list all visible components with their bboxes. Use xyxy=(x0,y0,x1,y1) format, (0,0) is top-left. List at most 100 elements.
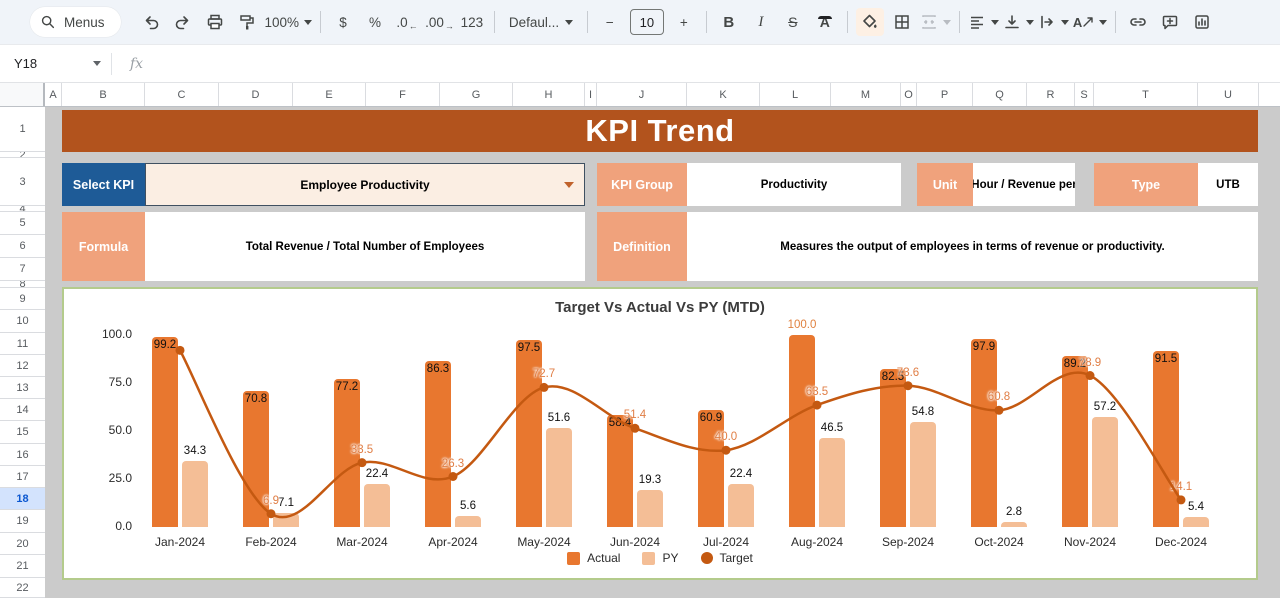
chevron-down-icon xyxy=(1099,20,1107,25)
row-header-17[interactable]: 17 xyxy=(0,466,45,488)
merge-cells-button[interactable] xyxy=(920,8,951,36)
horizontal-align-button[interactable] xyxy=(968,8,999,36)
py-data-label: 5.6 xyxy=(460,500,476,512)
column-header-O[interactable]: O xyxy=(901,83,917,106)
insert-chart-button[interactable] xyxy=(1188,8,1216,36)
column-header-E[interactable]: E xyxy=(293,83,366,106)
row-header-6[interactable]: 6 xyxy=(0,235,45,258)
text-color-button[interactable]: A xyxy=(811,8,839,36)
zoom-select[interactable]: 100% xyxy=(265,8,313,36)
column-header-P[interactable]: P xyxy=(917,83,973,106)
print-button[interactable] xyxy=(201,8,229,36)
row-header-21[interactable]: 21 xyxy=(0,555,45,578)
column-header-C[interactable]: C xyxy=(145,83,219,106)
row-header-14[interactable]: 14 xyxy=(0,399,45,421)
row-header-9[interactable]: 9 xyxy=(0,288,45,310)
increase-decimal-button[interactable]: .00→ xyxy=(425,8,454,36)
name-box[interactable]: Y18 xyxy=(0,56,88,71)
redo-button[interactable] xyxy=(169,8,197,36)
target-data-label: 6.9 xyxy=(263,495,279,507)
decrease-decimal-button[interactable]: .0← xyxy=(393,8,421,36)
row-header-5[interactable]: 5 xyxy=(0,212,45,235)
chart-bar-py xyxy=(910,422,936,527)
row-header-3[interactable]: 3 xyxy=(0,158,45,206)
font-select[interactable]: Defaul... xyxy=(503,8,579,36)
row-header-20[interactable]: 20 xyxy=(0,533,45,555)
column-header-G[interactable]: G xyxy=(440,83,513,106)
text-rotation-button[interactable]: A xyxy=(1073,8,1107,36)
insert-link-icon xyxy=(1128,13,1148,31)
kpi-select-dropdown[interactable]: Employee Productivity xyxy=(145,163,585,206)
insert-link-button[interactable] xyxy=(1124,8,1152,36)
paint-format-button[interactable] xyxy=(233,8,261,36)
more-formats-label: 123 xyxy=(461,15,484,30)
strikethrough-button[interactable]: S xyxy=(779,8,807,36)
column-header-S[interactable]: S xyxy=(1075,83,1094,106)
row-header-1[interactable]: 1 xyxy=(0,107,45,152)
fill-color-button[interactable] xyxy=(856,8,884,36)
percent-format-button[interactable]: % xyxy=(361,8,389,36)
formula-input[interactable] xyxy=(143,45,1280,82)
row-header-18[interactable]: 18 xyxy=(0,488,45,510)
row-header-8[interactable]: 8 xyxy=(0,281,45,288)
row-header-12[interactable]: 12 xyxy=(0,355,45,377)
font-size-input[interactable]: 10 xyxy=(630,9,664,35)
decrease-font-size-button[interactable]: − xyxy=(596,8,624,36)
row-header-16[interactable]: 16 xyxy=(0,444,45,466)
select-all-corner[interactable] xyxy=(0,83,45,106)
x-axis-label: Sep-2024 xyxy=(863,535,953,549)
vertical-align-button[interactable] xyxy=(1003,8,1034,36)
column-header-A[interactable]: A xyxy=(45,83,62,106)
insert-comment-icon xyxy=(1161,13,1179,31)
legend-label: Target xyxy=(720,551,753,565)
row-header-22[interactable]: 22 xyxy=(0,578,45,598)
x-axis-label: Jul-2024 xyxy=(681,535,771,549)
row-header-11[interactable]: 11 xyxy=(0,333,45,355)
legend-swatch xyxy=(567,552,580,565)
py-data-label: 19.3 xyxy=(639,474,661,486)
text-wrap-button[interactable] xyxy=(1038,8,1069,36)
chevron-down-icon[interactable] xyxy=(93,61,101,66)
sheet-grid[interactable]: KPI Trend Select KPI Employee Productivi… xyxy=(45,107,1280,598)
row-header-10[interactable]: 10 xyxy=(0,310,45,333)
column-header-B[interactable]: B xyxy=(62,83,145,106)
row-header-13[interactable]: 13 xyxy=(0,377,45,399)
x-axis-label: Jun-2024 xyxy=(590,535,680,549)
kpi-chart[interactable]: Target Vs Actual Vs PY (MTD) 100.075.050… xyxy=(62,287,1258,580)
column-header-K[interactable]: K xyxy=(687,83,760,106)
column-header-L[interactable]: L xyxy=(760,83,831,106)
py-data-label: 46.5 xyxy=(821,422,843,434)
target-data-label: 33.5 xyxy=(351,444,373,456)
row-header-19[interactable]: 19 xyxy=(0,510,45,533)
actual-data-label: 97.5 xyxy=(518,342,540,354)
row-header-15[interactable]: 15 xyxy=(0,421,45,444)
y-axis-tick: 50.0 xyxy=(82,423,132,437)
minus-label: − xyxy=(606,15,614,30)
column-header-M[interactable]: M xyxy=(831,83,901,106)
column-header-Q[interactable]: Q xyxy=(973,83,1027,106)
undo-button[interactable] xyxy=(137,8,165,36)
column-header-U[interactable]: U xyxy=(1198,83,1259,106)
currency-format-button[interactable]: $ xyxy=(329,8,357,36)
arrow-right-icon: → xyxy=(445,21,454,31)
italic-button[interactable]: I xyxy=(747,8,775,36)
menus-search-button[interactable]: Menus xyxy=(30,7,121,37)
column-header-T[interactable]: T xyxy=(1094,83,1198,106)
column-header-D[interactable]: D xyxy=(219,83,293,106)
bold-button[interactable]: B xyxy=(715,8,743,36)
increase-font-size-button[interactable]: + xyxy=(670,8,698,36)
row-header-7[interactable]: 7 xyxy=(0,258,45,281)
divider xyxy=(706,11,707,33)
column-header-R[interactable]: R xyxy=(1027,83,1075,106)
more-formats-button[interactable]: 123 xyxy=(458,8,486,36)
column-header-I[interactable]: I xyxy=(585,83,597,106)
column-header-J[interactable]: J xyxy=(597,83,687,106)
column-header-F[interactable]: F xyxy=(366,83,440,106)
chart-bar-py xyxy=(819,438,845,527)
borders-button[interactable] xyxy=(888,8,916,36)
column-header-H[interactable]: H xyxy=(513,83,585,106)
page-title: KPI Trend xyxy=(585,113,734,149)
insert-comment-button[interactable] xyxy=(1156,8,1184,36)
column-headers: ABCDEFGHIJKLMOPQRSTU xyxy=(0,82,1280,107)
diagonal-arrow-icon xyxy=(1082,16,1094,28)
